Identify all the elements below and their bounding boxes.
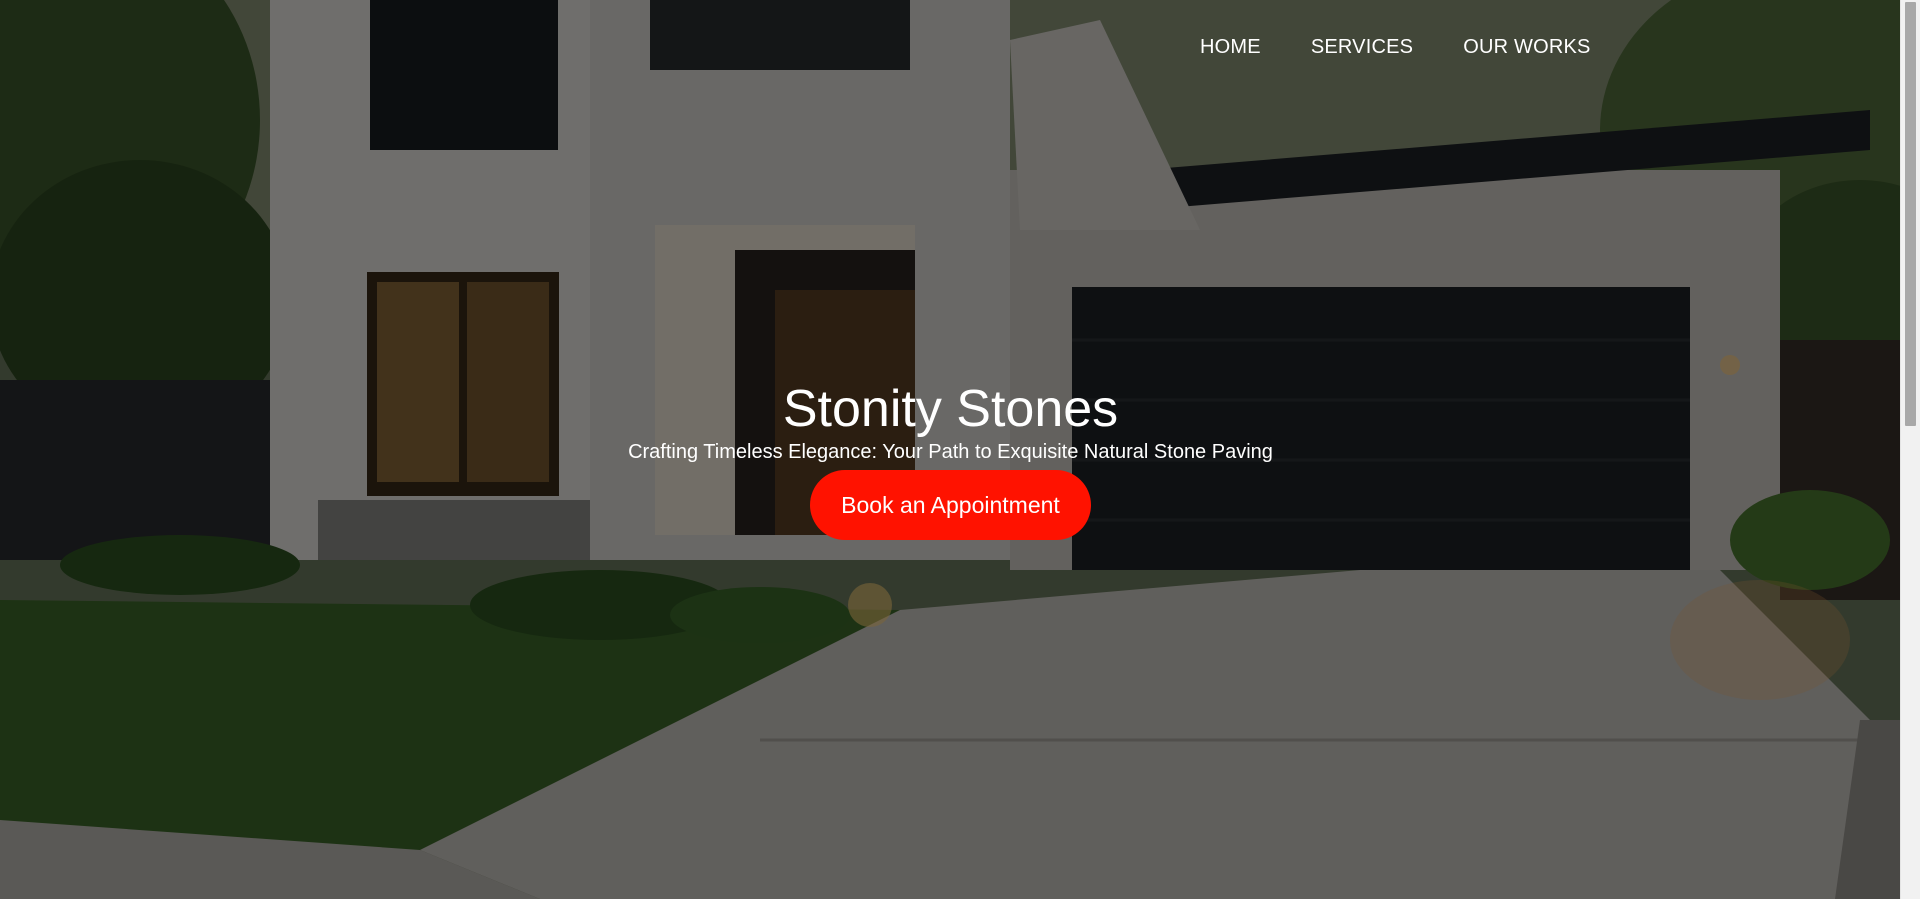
main-navigation: HOME SERVICES OUR WORKS (1200, 36, 1591, 59)
hero-section: HOME SERVICES OUR WORKS Stonity Stones C… (0, 0, 1901, 899)
nav-item-services[interactable]: SERVICES (1311, 36, 1413, 59)
scrollbar-thumb[interactable] (1905, 2, 1916, 426)
hero-content: Stonity Stones Crafting Timeless Eleganc… (0, 378, 1901, 540)
hero-subtitle: Crafting Timeless Elegance: Your Path to… (628, 441, 1273, 463)
hero-title: Stonity Stones (782, 380, 1119, 438)
nav-item-home[interactable]: HOME (1200, 36, 1261, 59)
page: HOME SERVICES OUR WORKS Stonity Stones C… (0, 0, 1920, 899)
vertical-scrollbar[interactable] (1900, 0, 1920, 899)
nav-item-our-works[interactable]: OUR WORKS (1463, 36, 1590, 59)
book-appointment-button[interactable]: Book an Appointment (810, 470, 1091, 540)
